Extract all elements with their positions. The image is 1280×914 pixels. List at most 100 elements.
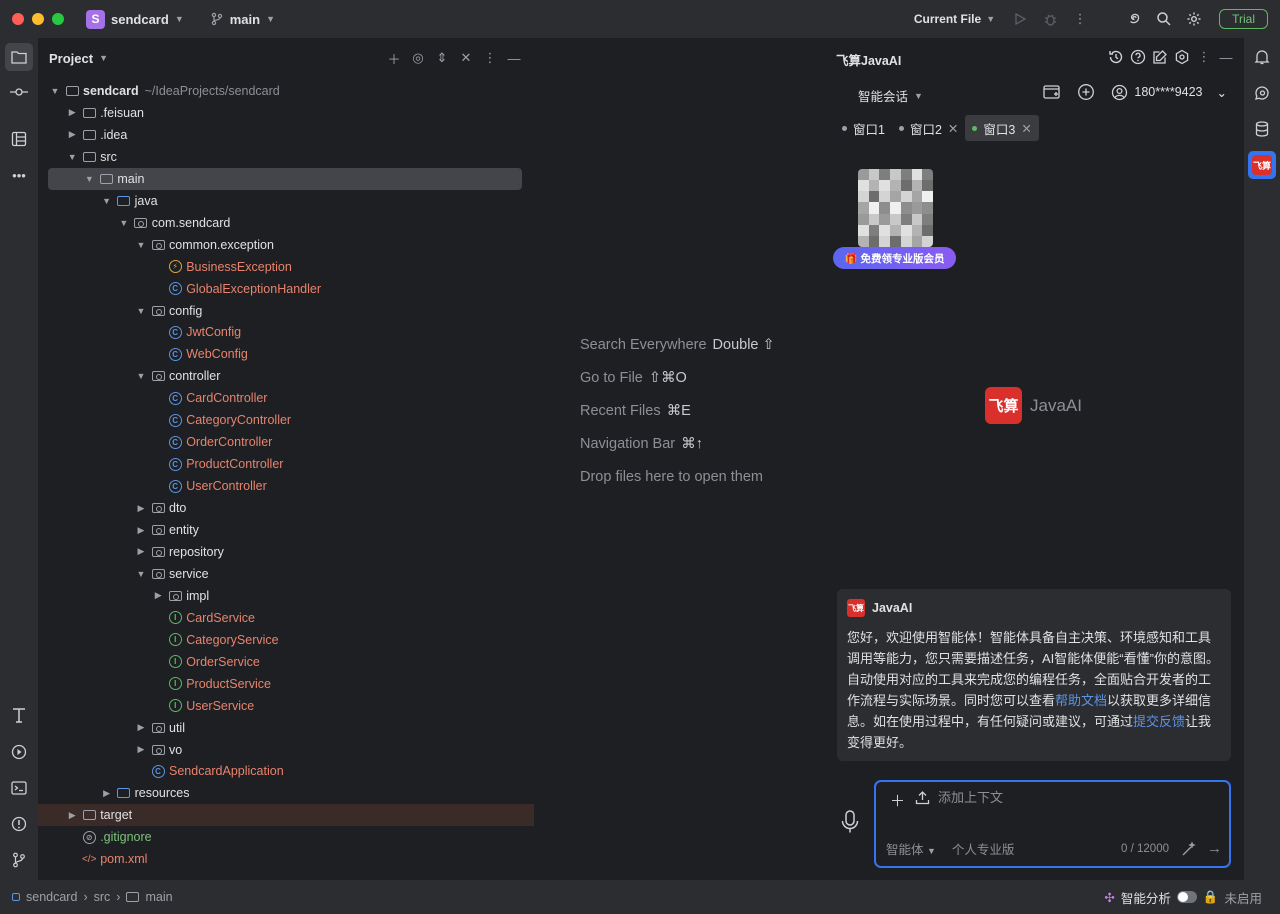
chevron-right-icon[interactable]: ▶: [134, 546, 148, 557]
tree-row[interactable]: ▼ com.sendcard: [48, 212, 522, 234]
tree-row[interactable]: C ProductController: [48, 453, 522, 475]
tree-row[interactable]: ▶ entity: [48, 519, 522, 541]
structure-tool-button[interactable]: [5, 125, 33, 153]
breadcrumb-src[interactable]: src: [94, 890, 111, 904]
chevron-right-icon[interactable]: ▶: [65, 810, 79, 821]
tree-row[interactable]: C GlobalExceptionHandler: [48, 278, 522, 300]
chevron-down-icon[interactable]: ▼: [82, 174, 96, 184]
tree-row[interactable]: C CategoryController: [48, 409, 522, 431]
problems-tool-button[interactable]: [5, 810, 33, 838]
tree-row[interactable]: </> pom.xml: [48, 848, 522, 870]
chevron-right-icon[interactable]: ▶: [65, 129, 79, 140]
more-actions-button[interactable]: ⋮: [1065, 4, 1095, 34]
add-circle-icon[interactable]: [1077, 83, 1095, 101]
close-icon[interactable]: ✕: [1021, 121, 1031, 136]
tree-row[interactable]: C JwtConfig: [48, 321, 522, 343]
settings-button[interactable]: [1179, 4, 1209, 34]
tree-row[interactable]: ▼ common.exception: [48, 234, 522, 256]
chevron-right-icon[interactable]: ▶: [65, 107, 79, 118]
voice-input-button[interactable]: [839, 809, 861, 835]
tree-row[interactable]: ▶ dto: [48, 497, 522, 519]
tree-row[interactable]: C OrderController: [48, 431, 522, 453]
tree-row[interactable]: ▶ impl: [48, 585, 522, 607]
services-tool-button[interactable]: [5, 738, 33, 766]
close-window-button[interactable]: [12, 13, 24, 25]
hide-panel-button[interactable]: —: [504, 48, 524, 68]
tree-row[interactable]: ▼ main: [48, 167, 522, 190]
tab-window-3[interactable]: 窗口3 ✕: [965, 115, 1039, 141]
ai-chat-tool-button[interactable]: [1248, 79, 1276, 107]
ai-assistant-button[interactable]: [1119, 4, 1149, 34]
chevron-right-icon[interactable]: ▶: [151, 590, 165, 601]
user-avatar[interactable]: [858, 169, 933, 247]
database-tool-button[interactable]: [1248, 115, 1276, 143]
chevron-down-icon[interactable]: ▼: [134, 569, 148, 579]
close-icon[interactable]: ✕: [948, 121, 958, 136]
tab-window-1[interactable]: 窗口1: [835, 115, 892, 141]
tree-row[interactable]: I ProductService: [48, 673, 522, 695]
tree-row[interactable]: ▼ config: [48, 300, 522, 322]
run-config-selector[interactable]: Current File ▼: [914, 12, 995, 26]
ai-more-button[interactable]: ⋮: [1194, 47, 1214, 67]
project-panel-title[interactable]: Project: [49, 51, 93, 66]
terminal-tool-button[interactable]: [5, 774, 33, 802]
zoom-window-button[interactable]: [52, 13, 64, 25]
ai-hide-button[interactable]: —: [1216, 47, 1236, 67]
chevron-right-icon[interactable]: ▶: [100, 788, 114, 799]
hint-go-to-file[interactable]: Go to File ⇧⌘O: [580, 370, 687, 386]
tree-row[interactable]: ⚡ BusinessException: [48, 256, 522, 278]
tree-row[interactable]: ▶ target: [38, 804, 534, 827]
hint-navigation-bar[interactable]: Navigation Bar ⌘↑: [580, 436, 703, 452]
run-button[interactable]: [1005, 4, 1035, 34]
git-tool-button[interactable]: [5, 846, 33, 874]
tree-row[interactable]: ⊘ .gitignore: [48, 826, 522, 848]
history-button[interactable]: [1106, 47, 1126, 67]
text-tool-button[interactable]: [5, 701, 33, 729]
tree-row[interactable]: C CardController: [48, 387, 522, 409]
tree-row[interactable]: ▶ resources: [48, 782, 522, 804]
panel-options-button[interactable]: ⋮: [480, 48, 500, 68]
help-button[interactable]: [1128, 47, 1148, 67]
chevron-right-icon[interactable]: ▶: [134, 722, 148, 733]
expand-all-button[interactable]: ⇕: [432, 48, 452, 68]
chevron-down-icon[interactable]: ▼: [99, 53, 108, 63]
more-tools-button[interactable]: •••: [5, 161, 33, 189]
tree-row[interactable]: I UserService: [48, 695, 522, 717]
tree-row[interactable]: ▶ .feisuan: [48, 102, 522, 124]
feedback-link[interactable]: 提交反馈: [1133, 714, 1185, 729]
tree-row[interactable]: C UserController: [48, 475, 522, 497]
chat-mode-selector[interactable]: 智能会话 ▼: [858, 86, 923, 105]
tree-row[interactable]: ▶ .idea: [48, 124, 522, 146]
breadcrumb-project[interactable]: sendcard: [26, 890, 77, 904]
tree-row[interactable]: I CategoryService: [48, 629, 522, 651]
tree-row[interactable]: C SendcardApplication: [48, 760, 522, 782]
tree-row[interactable]: ▼ controller: [48, 365, 522, 387]
hint-search-everywhere[interactable]: Search Everywhere Double ⇧: [580, 337, 775, 353]
locate-button[interactable]: ◎: [408, 48, 428, 68]
chevron-right-icon[interactable]: ▶: [134, 525, 148, 536]
chevron-down-icon[interactable]: ▼: [134, 306, 148, 316]
tree-row[interactable]: ▼ src: [48, 146, 522, 168]
new-window-icon[interactable]: [1043, 84, 1061, 100]
vip-promo-badge[interactable]: 🎁 免费领专业版会员: [833, 247, 956, 269]
add-context-button[interactable]: ＋: [890, 790, 905, 811]
send-button[interactable]: →: [1207, 840, 1222, 857]
chevron-down-icon[interactable]: ▼: [134, 371, 148, 381]
branch-selector[interactable]: main ▼: [210, 12, 275, 27]
debug-button[interactable]: [1035, 4, 1065, 34]
search-button[interactable]: [1149, 4, 1179, 34]
trial-button[interactable]: Trial: [1219, 9, 1268, 29]
project-tool-button[interactable]: [5, 43, 33, 71]
user-account[interactable]: 180****9423: [1134, 85, 1202, 99]
chat-input[interactable]: [938, 790, 1208, 805]
notifications-button[interactable]: [1248, 43, 1276, 71]
chevron-right-icon[interactable]: ▶: [134, 744, 148, 755]
chevron-down-icon[interactable]: ▼: [134, 240, 148, 250]
javaai-tool-button[interactable]: 飞算: [1248, 151, 1276, 179]
upload-button[interactable]: [915, 790, 930, 811]
chevron-down-icon[interactable]: ⌄: [1217, 85, 1227, 100]
new-chat-button[interactable]: [1150, 47, 1170, 67]
tree-row[interactable]: C WebConfig: [48, 343, 522, 365]
new-file-button[interactable]: ＋: [384, 48, 404, 68]
tree-row[interactable]: I OrderService: [48, 651, 522, 673]
